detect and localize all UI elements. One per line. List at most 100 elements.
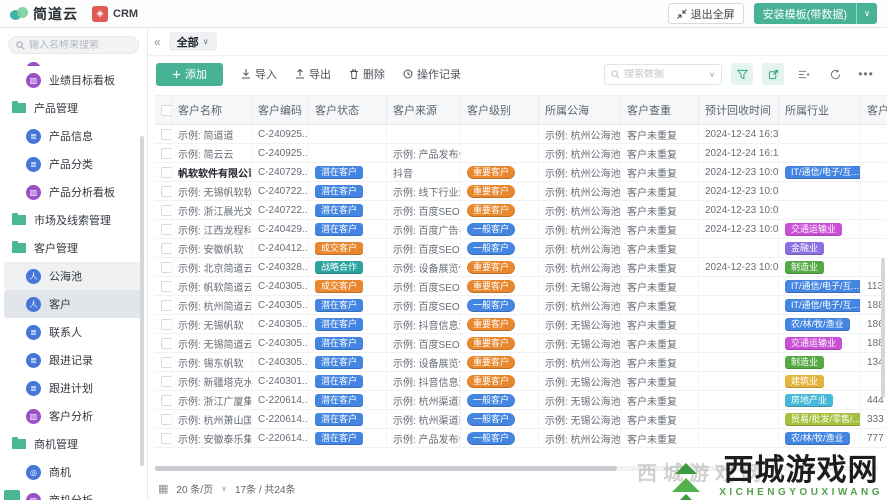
install-template-button[interactable]: 安装模板(带数据) ∨ — [753, 3, 877, 24]
more-button[interactable]: ••• — [855, 63, 877, 85]
column-header[interactable]: 所属公海 — [539, 95, 621, 125]
checkbox-icon[interactable] — [161, 356, 171, 368]
sidebar-item-leaf[interactable]: ▥ 商机分析 — [0, 486, 147, 500]
sidebar-item-leaf[interactable]: 人客户 — [4, 290, 143, 318]
sidebar-search[interactable] — [8, 36, 139, 54]
row-checkbox[interactable] — [155, 277, 172, 295]
row-checkbox[interactable] — [155, 372, 172, 390]
table-row[interactable]: 示例: 安徽泰乐集团C-220614... 潜在客户 示例: 产品发布会... 一般客… — [155, 429, 887, 448]
table-row[interactable]: 示例: 无锡帆软软件C-240722... 潜在客户 示例: 线下行业沙龙重要客户 示… — [155, 182, 887, 201]
table-row[interactable]: 示例: 浙江广厦集团C-220614... 潜在客户 示例: 杭州渠道商... 一般客… — [155, 391, 887, 410]
sidebar-item-leaf[interactable]: ◎ 商机 — [0, 458, 147, 486]
sidebar-item-leaf[interactable]: 人公海池 — [4, 262, 143, 290]
export-button[interactable]: 导出 — [295, 66, 331, 82]
sidebar-item-leaf[interactable]: ≣ 产品信息 — [0, 122, 147, 150]
page-size-dropdown-icon[interactable]: ∨ — [221, 484, 227, 493]
checkbox-icon[interactable] — [161, 375, 171, 387]
sidebar-scrollbar[interactable] — [140, 136, 144, 466]
column-header[interactable]: 客户来源 — [387, 95, 461, 125]
row-checkbox[interactable] — [155, 391, 172, 409]
table-row[interactable]: 帆软软件有限公司 C-240729... 潜在客户 抖音 重要客户 示例: 杭州公海池 客户… — [155, 163, 887, 182]
row-checkbox[interactable] — [155, 125, 172, 143]
column-settings-button[interactable] — [793, 63, 815, 85]
sidebar-item-leaf[interactable]: ≣ 产品分类 — [0, 150, 147, 178]
checkbox-icon[interactable] — [161, 185, 171, 197]
sidebar-item-group[interactable]: 产品管理 — [0, 94, 147, 122]
checkbox-icon[interactable] — [161, 128, 171, 140]
column-header[interactable]: 客户查重 — [621, 95, 699, 125]
table-row[interactable]: 示例: 锡东帆软C-240305... 潜在客户 示例: 设备展览促... 重要客户 示… — [155, 353, 887, 372]
delete-button[interactable]: 删除 — [349, 66, 385, 82]
table-row[interactable]: 示例: 北京简道云...C-240328... 战略合作 示例: 设备展览促... 重… — [155, 258, 887, 277]
checkbox-icon[interactable] — [161, 394, 171, 406]
checkbox-icon[interactable] — [161, 280, 171, 292]
table-row[interactable]: 示例: 无锡简道云 C-240305... 潜在客户 示例: 百度SEO 重要客户 示例:… — [155, 334, 887, 353]
refresh-button[interactable] — [824, 63, 846, 85]
checkbox-icon[interactable] — [161, 104, 171, 116]
column-header[interactable]: 客户状态 — [309, 95, 387, 125]
select-all-checkbox[interactable] — [155, 95, 172, 125]
table-row[interactable]: 示例: 无锡帆软C-240305... 潜在客户 示例: 抖音信息流重要客户 示例: … — [155, 315, 887, 334]
checkbox-icon[interactable] — [161, 432, 171, 444]
checkbox-icon[interactable] — [161, 413, 171, 425]
row-checkbox[interactable] — [155, 334, 172, 352]
table-row[interactable]: 示例: 帆软简道云 C-240305... 成交客户 示例: 百度SEO 重要客户 示例:… — [155, 277, 887, 296]
sidebar-item-leaf[interactable]: ≣ 跟进计划 — [0, 374, 147, 402]
row-checkbox[interactable] — [155, 410, 172, 428]
sidebar-item-leaf[interactable]: ≣ 跟进记录 — [0, 346, 147, 374]
row-checkbox[interactable] — [155, 182, 172, 200]
row-checkbox[interactable] — [155, 163, 172, 181]
add-button[interactable]: 添加 — [156, 62, 223, 86]
checkbox-icon[interactable] — [161, 166, 171, 178]
column-header[interactable]: 客户编码 — [252, 95, 309, 125]
checkbox-icon[interactable] — [161, 204, 171, 216]
checkbox-icon[interactable] — [161, 147, 171, 159]
page-size-label[interactable]: 20 条/页 — [176, 481, 213, 496]
sidebar-item-group[interactable]: 客户管理 — [0, 234, 147, 262]
search-scope-dropdown-icon[interactable]: ∨ — [709, 70, 715, 79]
checkbox-icon[interactable] — [161, 261, 171, 273]
checkbox-icon[interactable] — [161, 299, 171, 311]
import-button[interactable]: 导入 — [241, 66, 277, 82]
table-row[interactable]: 示例: 简云云C-240925... 示例: 产品发布会... 示例: 杭州公海池客… — [155, 144, 887, 163]
checkbox-icon[interactable] — [161, 337, 171, 349]
column-header[interactable]: 所属行业 — [779, 95, 861, 125]
sidebar-item-leaf[interactable]: ▥ 业绩目标看板 — [0, 66, 147, 94]
grid-view-icon[interactable]: ▦ — [158, 482, 168, 495]
row-checkbox[interactable] — [155, 144, 172, 162]
column-header[interactable]: 预计回收时间 — [699, 95, 779, 125]
row-checkbox[interactable] — [155, 353, 172, 371]
checkbox-icon[interactable] — [161, 242, 171, 254]
sidebar-item-leaf[interactable]: ≣ 联系人 — [0, 318, 147, 346]
operation-log-button[interactable]: 操作记录 — [403, 66, 461, 82]
horizontal-scrollbar-thumb[interactable] — [155, 466, 617, 471]
install-dropdown-arrow-icon[interactable]: ∨ — [857, 3, 877, 24]
table-search[interactable]: ∨ — [604, 63, 722, 85]
filter-button[interactable] — [731, 63, 753, 85]
row-checkbox[interactable] — [155, 201, 172, 219]
table-row[interactable]: 示例: 安徽帆软 C-240412... 成交客户 示例: 百度SEO 一般客户 示例: … — [155, 239, 887, 258]
share-view-button[interactable] — [762, 63, 784, 85]
table-row[interactable]: 示例: 杭州简道云 C-240305... 潜在客户 示例: 百度SEO 一般客户 示例:… — [155, 296, 887, 315]
row-checkbox[interactable] — [155, 220, 172, 238]
tab-all[interactable]: 全部 ∨ — [168, 32, 217, 51]
vertical-scrollbar[interactable] — [881, 258, 885, 398]
sidebar-item-group[interactable]: 市场及线索管理 — [0, 206, 147, 234]
row-checkbox[interactable] — [155, 239, 172, 257]
row-checkbox[interactable] — [155, 315, 172, 333]
table-row[interactable]: 示例: 杭州萧山国...C-220614... 潜在客户 示例: 杭州渠道商... 一… — [155, 410, 887, 429]
column-header[interactable]: 客户 — [861, 95, 887, 125]
table-row[interactable]: 示例: 简道道 C-240925... 示例: 杭州公海池 客户未重复 2024-12-… — [155, 125, 887, 144]
sidebar-item-group[interactable]: 商机管理 — [0, 430, 147, 458]
sidebar-item-leaf[interactable]: ▥ 客户分析 — [0, 402, 147, 430]
checkbox-icon[interactable] — [161, 223, 171, 235]
table-row[interactable]: 示例: 浙江晨光文...C-240722... 潜在客户 示例: 百度SEO 重要客户… — [155, 201, 887, 220]
sidebar-item-leaf[interactable]: ▥ 产品分析看板 — [0, 178, 147, 206]
collapse-sidebar-icon[interactable]: « — [154, 35, 161, 49]
table-search-input[interactable] — [624, 68, 694, 80]
column-header[interactable]: 客户级别 — [461, 95, 539, 125]
row-checkbox[interactable] — [155, 296, 172, 314]
checkbox-icon[interactable] — [161, 318, 171, 330]
table-row[interactable]: 示例: 江西龙程科...C-240429... 潜在客户 示例: 百度广告-SEM 一… — [155, 220, 887, 239]
column-header[interactable]: 客户名称 — [172, 95, 252, 125]
